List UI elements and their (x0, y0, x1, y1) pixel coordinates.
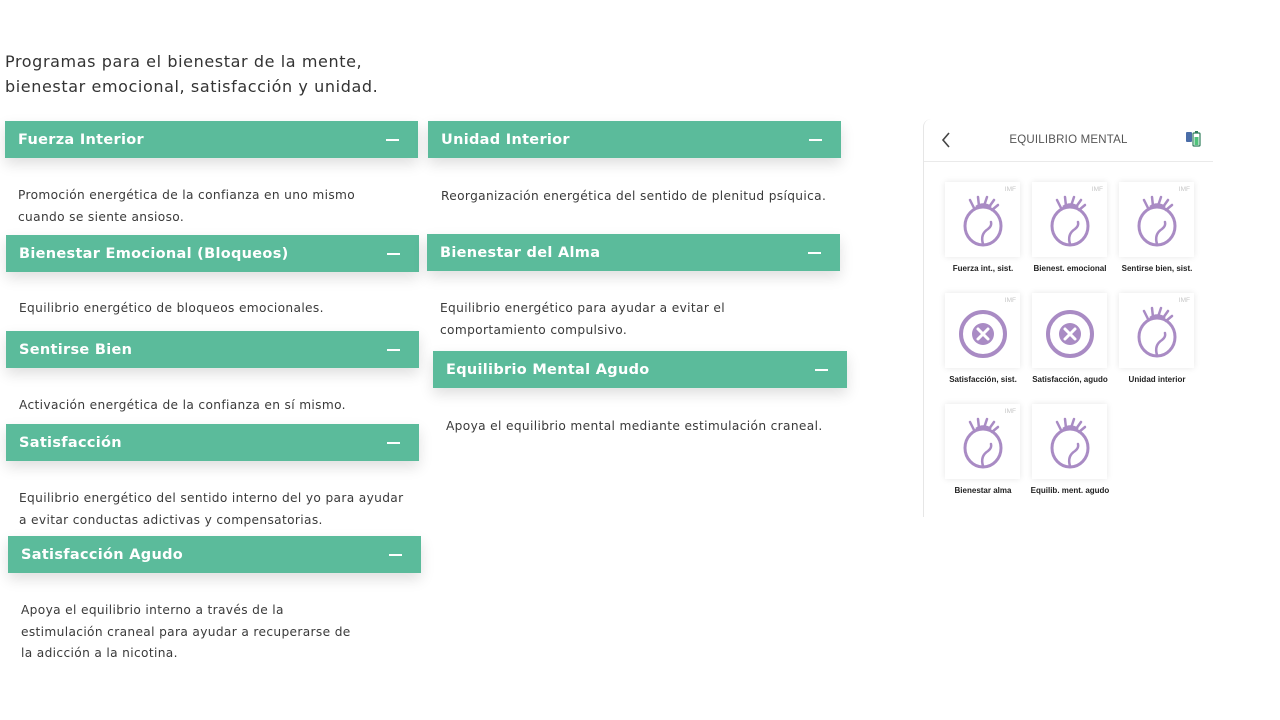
program-tile[interactable] (1032, 404, 1107, 479)
program-tile[interactable]: IMF (945, 293, 1020, 368)
accordion-title: Bienestar Emocional (Bloqueos) (19, 245, 289, 262)
accordion-description: Promoción energética de la confianza en … (18, 188, 356, 224)
accordion-header[interactable]: Unidad Interior (428, 121, 841, 158)
program-tile-label: Sentirse bien, sist. (1121, 264, 1193, 273)
program-tile[interactable]: IMF (945, 404, 1020, 479)
minus-icon (387, 441, 400, 444)
minus-icon (808, 251, 821, 254)
accordion-description: Apoya el equilibrio mental mediante esti… (446, 419, 823, 433)
head-icon (963, 417, 1003, 469)
imf-badge: IMF (1091, 186, 1103, 193)
accordion-title: Equilibrio Mental Agudo (446, 361, 650, 378)
minus-icon (809, 138, 822, 141)
accordion-bienestar-emocional: Bienestar Emocional (Bloqueos) Equilibri… (6, 235, 419, 320)
program-tile-label: Fuerza int., sist. (952, 264, 1014, 273)
minus-icon (387, 348, 400, 351)
minus-icon (386, 138, 399, 141)
no-symbol-icon (959, 310, 1007, 358)
minus-icon (389, 553, 402, 556)
head-icon (1050, 195, 1090, 247)
program-tile-label: Satisfacción, agudo (1032, 375, 1108, 384)
phone-screenshot: EQUILIBRIO MENTAL IMF Fuerza int., sist.… (923, 119, 1213, 517)
accordion-title: Fuerza Interior (18, 131, 144, 148)
accordion-equilibrio-mental-agudo: Equilibrio Mental Agudo Apoya el equilib… (433, 351, 847, 438)
accordion-unidad-interior: Unidad Interior Reorganización energétic… (428, 121, 841, 208)
imf-badge: IMF (1004, 297, 1016, 304)
accordion-description: Equilibrio energético de bloqueos emocio… (19, 301, 324, 315)
battery-icon (1186, 131, 1201, 147)
accordion-satisfaccion-agudo: Satisfacción Agudo Apoya el equilibrio i… (8, 536, 421, 665)
program-tile-label: Satisfacción, sist. (949, 375, 1017, 384)
minus-icon (387, 252, 400, 255)
imf-badge: IMF (1178, 297, 1190, 304)
accordion-title: Bienestar del Alma (440, 244, 601, 261)
imf-badge: IMF (1004, 408, 1016, 415)
phone-header: EQUILIBRIO MENTAL (924, 119, 1213, 162)
accordion-description: Apoya el equilibrio interno a través de … (21, 603, 351, 660)
accordion-header[interactable]: Fuerza Interior (5, 121, 418, 158)
head-icon (1137, 195, 1177, 247)
head-icon (1050, 417, 1090, 469)
program-tile[interactable]: IMF (1119, 293, 1194, 368)
program-tile[interactable]: IMF (1119, 182, 1194, 257)
program-tile-label: Bienestar alma (954, 486, 1012, 495)
imf-badge: IMF (1004, 186, 1016, 193)
accordion-header[interactable]: Equilibrio Mental Agudo (433, 351, 847, 388)
accordion-description: Equilibrio energético del sentido intern… (19, 491, 404, 527)
minus-icon (815, 368, 828, 371)
accordion-fuerza-interior: Fuerza Interior Promoción energética de … (5, 121, 418, 228)
accordion-description: Activación energética de la confianza en… (19, 398, 346, 412)
accordion-title: Unidad Interior (441, 131, 570, 148)
intro-text: Programas para el bienestar de la mente,… (5, 52, 379, 96)
program-tile[interactable]: IMF (1032, 182, 1107, 257)
accordion-header[interactable]: Satisfacción Agudo (8, 536, 421, 573)
accordion-description: Equilibrio energético para ayudar a evit… (440, 301, 725, 337)
program-tile-label: Equilib. ment. agudo (1030, 486, 1110, 495)
head-icon (1137, 306, 1177, 358)
accordion-title: Satisfacción (19, 434, 122, 451)
program-tile[interactable]: IMF (945, 182, 1020, 257)
imf-badge: IMF (1178, 186, 1190, 193)
accordion-satisfaccion: Satisfacción Equilibrio energético del s… (6, 424, 419, 531)
no-symbol-icon (1046, 310, 1094, 358)
accordion-description: Reorganización energética del sentido de… (441, 189, 827, 203)
accordion-title: Satisfacción Agudo (21, 546, 184, 563)
accordion-header[interactable]: Bienestar Emocional (Bloqueos) (6, 235, 419, 272)
program-tile[interactable] (1032, 293, 1107, 368)
accordion-title: Sentirse Bien (19, 341, 133, 358)
accordion-bienestar-del-alma: Bienestar del Alma Equilibrio energético… (427, 234, 840, 341)
phone-title: EQUILIBRIO MENTAL (1009, 134, 1128, 146)
program-tile-label: Bienest. emocional (1033, 264, 1107, 273)
accordion-header[interactable]: Satisfacción (6, 424, 419, 461)
head-icon (963, 195, 1003, 247)
program-tile-label: Unidad interior (1128, 375, 1186, 384)
accordion-header[interactable]: Bienestar del Alma (427, 234, 840, 271)
accordion-header[interactable]: Sentirse Bien (6, 331, 419, 368)
accordion-sentirse-bien: Sentirse Bien Activación energética de l… (6, 331, 419, 417)
